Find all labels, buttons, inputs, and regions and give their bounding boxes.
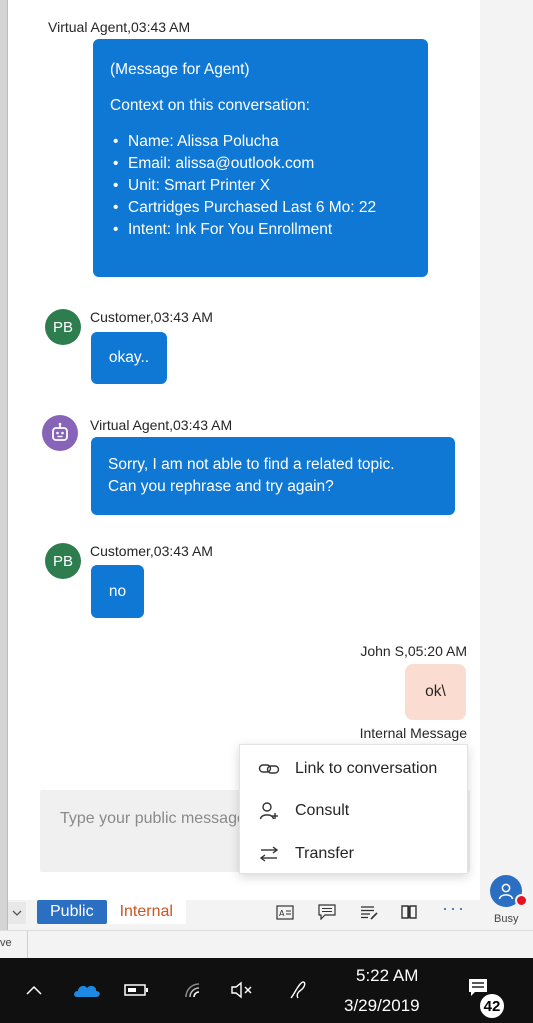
context-item: Email: alissa@outlook.com [110,153,411,175]
chat-icon[interactable] [317,903,337,921]
svg-text:A: A [279,909,285,918]
notes-icon[interactable] [359,903,379,921]
message-line: Can you rephrase and try again? [108,478,334,495]
quick-replies-icon[interactable]: A [275,903,295,921]
context-item: Name: Alissa Polucha [110,131,411,153]
more-actions-menu: Link to conversation Consult Transfer [239,744,468,874]
message-mode-tabs: Public Internal [37,900,186,924]
message-sender: Virtual Agent,03:43 AM [90,417,233,433]
menu-item-label: Transfer [295,845,354,862]
left-window-edge [0,0,8,930]
customer-avatar: PB [45,309,81,345]
more-actions-button[interactable]: ··· [442,898,466,919]
tab-public[interactable]: Public [37,900,107,924]
menu-item-label: Consult [295,802,350,819]
right-pane [480,0,533,930]
menu-item-link-to-conversation[interactable]: Link to conversation [240,749,467,789]
scroll-down-button[interactable] [8,902,26,924]
wifi-icon[interactable] [182,980,204,1000]
context-list: Name: Alissa Polucha Email: alissa@outlo… [110,131,411,241]
message-intro: (Message for Agent) [110,61,250,78]
pen-icon[interactable] [286,978,310,1002]
chevron-down-icon [12,910,22,916]
customer-message-bubble: okay.. [91,332,167,384]
transfer-icon [257,846,281,862]
person-icon [498,883,514,900]
menu-item-transfer[interactable]: Transfer [240,834,467,874]
side-fragment-text: ve [0,937,12,949]
menu-item-consult[interactable]: Consult [240,791,467,831]
divider [27,931,28,959]
customer-message-bubble: no [91,565,144,618]
battery-icon[interactable] [123,982,151,998]
bot-avatar [42,415,78,451]
internal-message-label: Internal Message [359,725,467,741]
tab-internal[interactable]: Internal [106,900,186,924]
bot-icon [52,422,68,441]
message-input[interactable] [60,808,240,830]
window-status-strip: ve [0,930,533,959]
composer-toolbar: Public Internal A ··· [8,898,480,930]
presence-status-label: Busy [494,913,519,925]
windows-taskbar: 5:22 AM 3/29/2019 42 [0,958,533,1023]
context-heading: Context on this conversation: [110,97,310,114]
agent-message-bubble: Sorry, I am not able to find a related t… [91,437,455,515]
consult-icon [257,801,281,821]
message-sender: Customer,03:43 AM [90,309,213,325]
chevron-up-icon[interactable] [24,980,44,1000]
agent-context-bubble: (Message for Agent) Context on this conv… [93,39,428,277]
volume-mute-icon[interactable] [229,980,255,1000]
taskbar-clock-time[interactable]: 5:22 AM [356,966,418,986]
message-line: Sorry, I am not able to find a related t… [108,456,395,473]
taskbar-clock-date[interactable]: 3/29/2019 [344,996,420,1016]
busy-status-dot [515,894,528,907]
menu-item-label: Link to conversation [295,760,438,777]
knowledge-base-icon[interactable] [399,903,419,921]
context-item: Cartridges Purchased Last 6 Mo: 22 [110,197,411,219]
customer-avatar: PB [45,543,81,579]
internal-message-bubble: ok\ [405,664,466,720]
message-sender: John S,05:20 AM [360,643,467,659]
notification-count-badge: 42 [478,992,506,1020]
context-item: Unit: Smart Printer X [110,175,411,197]
message-sender: Customer,03:43 AM [90,543,213,559]
message-sender: Virtual Agent,03:43 AM [48,19,191,35]
onedrive-icon[interactable] [72,980,102,1000]
link-icon [257,762,281,776]
context-item: Intent: Ink For You Enrollment [110,219,411,241]
